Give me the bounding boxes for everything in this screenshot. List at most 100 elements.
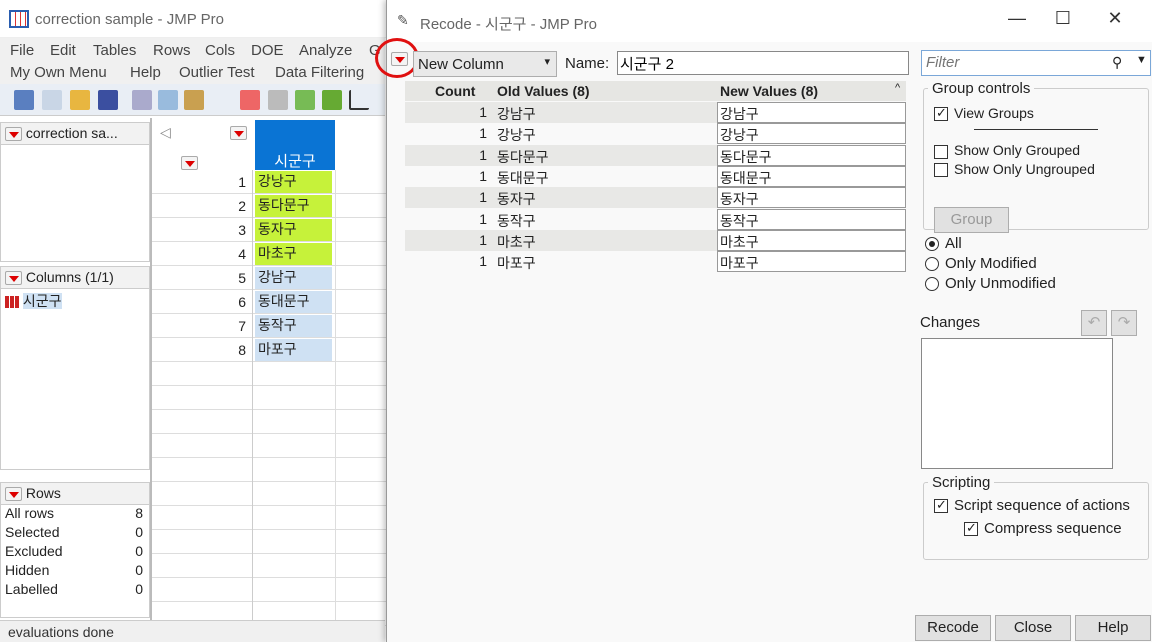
cell[interactable]: 동자구 (255, 219, 332, 241)
data-table-icon[interactable] (240, 90, 260, 110)
recode-button[interactable]: Recode (915, 615, 991, 641)
column-header[interactable]: 시군구 (255, 120, 335, 170)
radio-all[interactable]: All (925, 234, 1056, 254)
row-number[interactable]: 6 (152, 294, 252, 310)
filter-dropdown-icon[interactable]: ▼ (1136, 54, 1147, 66)
save-icon[interactable] (98, 90, 118, 110)
menu-outlier-test[interactable]: Outlier Test (179, 64, 255, 81)
cell[interactable]: 동대문구 (255, 291, 332, 313)
maximize-button[interactable]: ☐ (1043, 8, 1083, 34)
fit-y-by-x-icon[interactable] (349, 90, 369, 110)
menu-cols[interactable]: Cols (205, 42, 235, 59)
table-row[interactable]: 6 동대문구 (152, 290, 387, 314)
new-script-icon[interactable] (42, 90, 62, 110)
view-groups-checkbox[interactable]: View Groups (934, 105, 1148, 122)
group-button[interactable]: Group (934, 207, 1009, 233)
paste-icon[interactable] (184, 90, 204, 110)
calculator-icon[interactable] (268, 90, 288, 110)
new-table-icon[interactable] (14, 90, 34, 110)
filter-input[interactable] (922, 51, 1102, 73)
table-row[interactable] (152, 578, 387, 602)
graph-builder-icon[interactable] (295, 90, 315, 110)
table-row[interactable] (152, 554, 387, 578)
radio-only-modified[interactable]: Only Modified (925, 254, 1056, 274)
filter-box[interactable]: ⚲ ▼ (921, 50, 1151, 76)
cell[interactable]: 강남구 (255, 267, 332, 289)
sort-icon[interactable]: ^ (895, 82, 900, 94)
rows-panel: Rows All rows 8 Selected 0 Excluded 0 Hidden 0 L… (0, 482, 150, 618)
menu-tables[interactable]: Tables (93, 42, 136, 59)
name-input[interactable] (617, 51, 909, 75)
table-row[interactable] (152, 506, 387, 530)
radio-only-unmodified[interactable]: Only Unmodified (925, 274, 1056, 294)
new-value-input[interactable]: 동작구 (717, 208, 906, 230)
row-number[interactable]: 2 (152, 198, 252, 214)
table-row[interactable]: 1 강낭구 (152, 170, 387, 194)
cut-icon[interactable] (132, 90, 152, 110)
table-menu-icon[interactable] (5, 127, 22, 142)
row-number[interactable]: 7 (152, 318, 252, 334)
undo-button[interactable]: ↶ (1081, 310, 1107, 336)
changes-list[interactable] (921, 338, 1113, 469)
close-window-button[interactable]: ✕ (1095, 8, 1135, 34)
row-number[interactable]: 4 (152, 246, 252, 262)
table-row[interactable]: 8 마포구 (152, 338, 387, 362)
table-row[interactable]: 3 동자구 (152, 218, 387, 242)
show-ungrouped-checkbox[interactable]: Show Only Ungrouped (934, 161, 1148, 177)
table-row[interactable] (152, 386, 387, 410)
row-stat: Selected 0 (5, 524, 143, 540)
new-value-input[interactable]: 동다문구 (717, 144, 906, 166)
show-grouped-checkbox[interactable]: Show Only Grouped (934, 142, 1148, 159)
table-row[interactable] (152, 530, 387, 554)
table-row[interactable] (152, 410, 387, 434)
menu-file[interactable]: File (10, 42, 34, 59)
table-row[interactable]: 7 동작구 (152, 314, 387, 338)
grid-menu-icon[interactable] (230, 126, 247, 141)
menu-edit[interactable]: Edit (50, 42, 76, 59)
menu-help[interactable]: Help (130, 64, 161, 81)
distribution-icon[interactable] (322, 90, 342, 110)
menu-rows[interactable]: Rows (153, 42, 191, 59)
new-value-input[interactable]: 동대문구 (717, 165, 906, 187)
redo-button[interactable]: ↷ (1111, 310, 1137, 336)
table-row[interactable] (152, 482, 387, 506)
help-button[interactable]: Help (1075, 615, 1151, 641)
compress-sequence-checkbox[interactable]: Compress sequence (964, 520, 1148, 537)
row-number[interactable]: 3 (152, 222, 252, 238)
open-icon[interactable] (70, 90, 90, 110)
menu-doe[interactable]: DOE (251, 42, 284, 59)
close-button[interactable]: Close (995, 615, 1071, 641)
mode-dropdown[interactable]: New Column ▾ (413, 51, 557, 77)
cell[interactable]: 동작구 (255, 315, 332, 337)
collapse-left-icon[interactable]: ◁ (160, 124, 171, 141)
table-row[interactable] (152, 362, 387, 386)
script-sequence-checkbox[interactable]: Script sequence of actions (934, 497, 1148, 514)
new-value-input[interactable]: 동자구 (717, 187, 906, 209)
column-item[interactable]: 시군구 (1, 289, 149, 313)
table-row[interactable]: 2 동다문구 (152, 194, 387, 218)
row-number[interactable]: 1 (152, 174, 252, 190)
menu-my-own-menu[interactable]: My Own Menu (10, 64, 107, 81)
table-row[interactable] (152, 434, 387, 458)
cell[interactable]: 강낭구 (255, 171, 332, 193)
columns-menu-icon[interactable] (5, 271, 22, 286)
row-menu-icon[interactable] (180, 156, 198, 171)
new-value-input[interactable]: 마포구 (717, 251, 906, 273)
new-value-input[interactable]: 강남구 (717, 102, 906, 123)
new-value-input[interactable]: 강낭구 (717, 123, 906, 145)
menu-data-filtering[interactable]: Data Filtering (275, 64, 364, 81)
row-number[interactable]: 5 (152, 270, 252, 286)
row-number[interactable]: 8 (152, 342, 252, 358)
table-row[interactable] (152, 458, 387, 482)
table-row[interactable]: 5 강남구 (152, 266, 387, 290)
search-icon[interactable]: ⚲ (1112, 54, 1122, 71)
rows-menu-icon[interactable] (5, 487, 22, 502)
cell[interactable]: 마초구 (255, 243, 332, 265)
minimize-button[interactable]: — (997, 8, 1037, 34)
cell[interactable]: 마포구 (255, 339, 332, 361)
cell[interactable]: 동다문구 (255, 195, 332, 217)
menu-analyze[interactable]: Analyze (299, 42, 352, 59)
copy-icon[interactable] (158, 90, 178, 110)
table-row[interactable]: 4 마초구 (152, 242, 387, 266)
new-value-input[interactable]: 마초구 (717, 229, 906, 251)
